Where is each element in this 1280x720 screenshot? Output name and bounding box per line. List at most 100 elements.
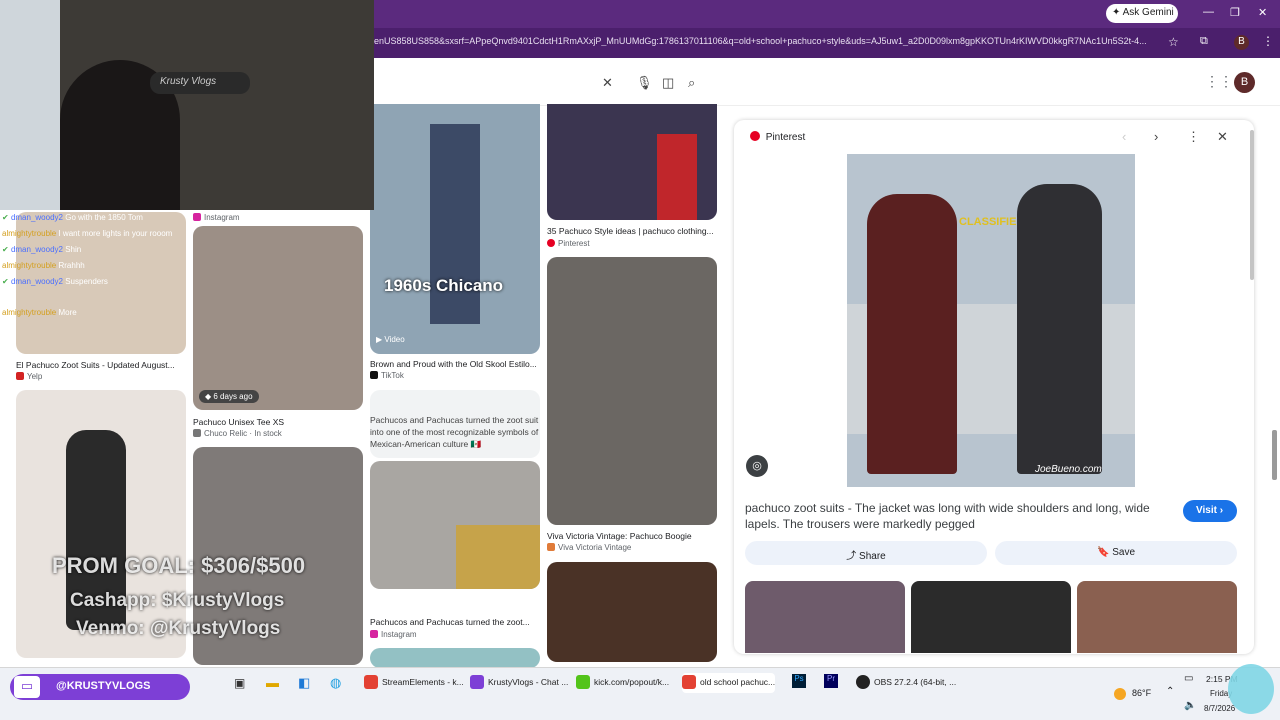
- chat-line: almightytrouble More: [2, 308, 77, 317]
- result-source-9[interactable]: Viva Victoria Vintage: [547, 543, 631, 552]
- profile-avatar[interactable]: B: [1234, 35, 1249, 50]
- share-icon: ⤴: [846, 551, 860, 562]
- chrome-icon: [364, 675, 378, 689]
- result-caption-6[interactable]: Pachucos and Pachucas turned the zoot...: [370, 617, 540, 627]
- wall-sign: Krusty Vlogs: [150, 72, 250, 94]
- mascot-logo: [1228, 664, 1274, 714]
- result-image-7[interactable]: [370, 648, 540, 668]
- close-panel-icon[interactable]: ✕: [1217, 129, 1228, 145]
- account-avatar[interactable]: B: [1234, 72, 1255, 93]
- lens-icon[interactable]: ◫: [662, 75, 674, 91]
- video-overlay-text: 1960s Chicano: [384, 276, 504, 295]
- result-source-5[interactable]: TikTok: [370, 371, 404, 380]
- bookmark-star-icon[interactable]: ☆: [1168, 35, 1179, 49]
- premiere-icon[interactable]: Pr: [824, 674, 838, 688]
- clock-date[interactable]: 8/7/2026: [1204, 704, 1235, 713]
- color-photo: [456, 525, 540, 589]
- volume-icon[interactable]: 🔈: [1184, 700, 1196, 711]
- panel-source[interactable]: Pinterest: [750, 131, 805, 143]
- visit-button[interactable]: Visit ›: [1183, 500, 1237, 522]
- lens-search-icon[interactable]: ◎: [746, 455, 768, 477]
- age-badge: ◆ 6 days ago: [199, 390, 259, 403]
- cashapp-text: Cashapp: $KrustyVlogs: [70, 590, 285, 611]
- store-icon[interactable]: ◧: [298, 675, 310, 691]
- task-view-icon[interactable]: ▣: [234, 676, 245, 690]
- related-image-3[interactable]: [1077, 581, 1237, 653]
- chat-line: ✔ dman_woody2 Suspenders: [2, 277, 108, 286]
- twitch-icon: ▭: [14, 676, 40, 698]
- prev-icon[interactable]: ‹: [1122, 129, 1126, 144]
- weather-temp[interactable]: 86°F: [1132, 688, 1151, 698]
- result-source-1[interactable]: Yelp: [16, 372, 42, 381]
- taskbar-item[interactable]: kick.com/popout/k...: [576, 673, 669, 693]
- result-image-5[interactable]: 1960s Chicano ▶ Video: [370, 104, 540, 354]
- file-explorer-icon[interactable]: ▬: [266, 675, 279, 690]
- restore-button[interactable]: ❐: [1230, 6, 1240, 19]
- result-image-6[interactable]: [370, 461, 540, 589]
- close-window-button[interactable]: ✕: [1258, 6, 1267, 19]
- result-caption-8[interactable]: 35 Pachuco Style ideas | pachuco clothin…: [547, 226, 717, 236]
- page-scrollbar[interactable]: [1272, 430, 1277, 480]
- result-source-6[interactable]: Instagram: [370, 630, 417, 639]
- result-source-8[interactable]: Pinterest: [547, 239, 590, 248]
- panel-title[interactable]: pachuco zoot suits - The jacket was long…: [745, 500, 1165, 532]
- taskbar-item[interactable]: StreamElements - k...: [364, 673, 464, 693]
- sparkle-icon: ✦: [1112, 7, 1123, 18]
- related-image-2[interactable]: [911, 581, 1071, 653]
- pinterest-icon: [547, 239, 555, 247]
- taskbar-item-active[interactable]: old school pachuc...: [682, 673, 776, 693]
- minimize-button[interactable]: —: [1203, 6, 1214, 18]
- extensions-icon[interactable]: ⧉: [1200, 35, 1208, 48]
- result-image-10[interactable]: [547, 562, 717, 662]
- url-text[interactable]: enUS858US858&sxsrf=APpeQnvd9401CdctH1RmA…: [374, 36, 1164, 46]
- detail-image[interactable]: CLASSIFIED JoeBueno.com: [847, 154, 1135, 487]
- pinterest-icon: [750, 131, 760, 141]
- clear-icon[interactable]: ✕: [602, 75, 613, 91]
- ask-gemini-button[interactable]: ✦ Ask Gemini: [1106, 4, 1178, 23]
- chuco-relic-icon: [193, 429, 201, 437]
- result-source-ig[interactable]: Instagram: [193, 213, 240, 222]
- more-options-icon[interactable]: ⋮: [1187, 129, 1200, 145]
- chat-line: almightytrouble Rrahhh: [2, 261, 85, 270]
- battery-icon[interactable]: ▭: [1184, 673, 1193, 684]
- quote-card[interactable]: Pachucos and Pachucas turned the zoot su…: [370, 390, 540, 458]
- taskbar-item[interactable]: OBS 27.2.4 (64-bit, ...: [856, 673, 956, 693]
- red-suit: [657, 134, 697, 220]
- tray-chevron-icon[interactable]: ⌃: [1166, 686, 1174, 697]
- chrome-icon: [682, 675, 696, 689]
- result-caption-3[interactable]: Pachuco Unisex Tee XS: [193, 417, 284, 427]
- chat-line: ✔ dman_woody2 Shin: [2, 245, 82, 254]
- save-button[interactable]: 🔖 Save: [995, 541, 1237, 565]
- next-icon[interactable]: ›: [1154, 129, 1158, 144]
- kick-icon: [576, 675, 590, 689]
- taskbar-item[interactable]: KrustyVlogs - Chat ...: [470, 673, 568, 693]
- chat-overlay: ✔ dman_woody2 Go with the 1850 Tom almig…: [0, 210, 190, 320]
- car-sign: CLASSIFIED: [959, 216, 1025, 228]
- yelp-icon: [16, 372, 24, 380]
- menu-icon[interactable]: ⋮: [1262, 34, 1274, 48]
- share-button[interactable]: ⤴ Share: [745, 541, 987, 565]
- edge-icon[interactable]: ◍: [330, 675, 341, 691]
- result-caption-1[interactable]: El Pachuco Zoot Suits - Updated August..…: [16, 360, 186, 370]
- twitch-app-icon: [470, 675, 484, 689]
- instagram-icon: [193, 213, 201, 221]
- photoshop-icon[interactable]: Ps: [792, 674, 806, 688]
- result-image-3[interactable]: ◆ 6 days ago: [193, 226, 363, 410]
- webcam-overlay: Krusty Vlogs: [0, 0, 374, 210]
- instagram-icon: [370, 630, 378, 638]
- weather-icon[interactable]: [1114, 688, 1126, 700]
- watermark: JoeBueno.com: [1035, 464, 1102, 475]
- microphone-icon[interactable]: 🎙: [636, 75, 653, 91]
- result-source-3[interactable]: Chuco Relic · In stock: [193, 429, 282, 438]
- apps-grid-icon[interactable]: ⋮⋮: [1205, 73, 1233, 90]
- result-image-9[interactable]: [547, 257, 717, 525]
- result-image-8[interactable]: [547, 104, 717, 220]
- window-light: [0, 0, 60, 210]
- related-image-1[interactable]: [745, 581, 905, 653]
- bookmark-icon: 🔖: [1096, 547, 1113, 558]
- result-caption-5[interactable]: Brown and Proud with the Old Skool Estil…: [370, 359, 540, 369]
- result-caption-9[interactable]: Viva Victoria Vintage: Pachuco Boogie: [547, 531, 717, 541]
- panel-scrollbar[interactable]: [1250, 130, 1254, 280]
- search-icon[interactable]: ⌕: [688, 75, 695, 91]
- man-right: [1017, 184, 1102, 474]
